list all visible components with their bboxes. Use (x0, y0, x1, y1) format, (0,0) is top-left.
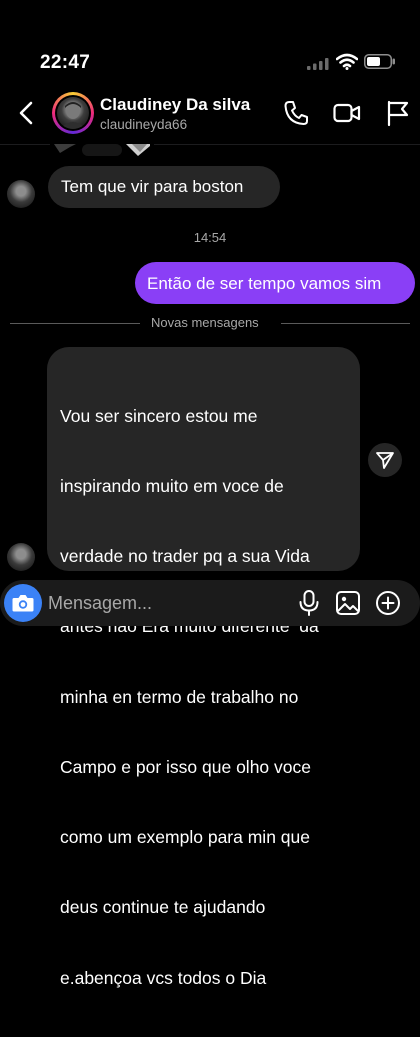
phone-icon[interactable] (281, 98, 311, 128)
divider-line-right (281, 323, 410, 324)
wifi-icon (336, 53, 358, 70)
flag-icon[interactable] (383, 98, 413, 128)
sender-avatar[interactable] (7, 180, 35, 208)
camera-button[interactable] (4, 584, 42, 622)
share-button[interactable] (368, 443, 402, 477)
new-messages-divider: Novas mensagens (151, 315, 259, 330)
message-incoming-long[interactable]: Vou ser sincero estou me inspirando muit… (47, 347, 360, 988)
video-camera-icon[interactable] (332, 98, 362, 128)
chat-header: Claudiney Da silva claudineyda66 (0, 82, 420, 145)
back-chevron-icon[interactable] (12, 98, 42, 128)
message-text: Tem que vir para boston (61, 177, 244, 196)
cellular-signal-icon (307, 58, 329, 70)
contact-username[interactable]: claudineyda66 (100, 117, 187, 132)
shared-photo[interactable] (50, 144, 154, 158)
message-text: Então de ser tempo vamos sim (147, 274, 382, 293)
contact-avatar[interactable] (52, 92, 94, 134)
status-time: 22:47 (40, 52, 91, 73)
message-incoming[interactable]: Tem que vir para boston (48, 166, 280, 208)
message-input[interactable] (46, 586, 280, 620)
status-bar: 22:47 (0, 0, 420, 82)
sender-avatar[interactable] (7, 543, 35, 571)
message-timestamp: 14:54 (193, 230, 227, 245)
battery-icon (364, 54, 395, 69)
contact-name[interactable]: Claudiney Da silva (100, 95, 250, 115)
divider-line-left (10, 323, 140, 324)
message-text: Vou ser sincero estou me inspirando muit… (60, 405, 319, 988)
gallery-icon[interactable] (333, 588, 363, 618)
microphone-icon[interactable] (294, 588, 324, 618)
message-outgoing[interactable]: Então de ser tempo vamos sim (135, 262, 415, 304)
add-circle-icon[interactable] (373, 588, 403, 618)
share-send-icon (376, 452, 394, 469)
message-composer (0, 580, 420, 626)
camera-icon (12, 595, 34, 612)
